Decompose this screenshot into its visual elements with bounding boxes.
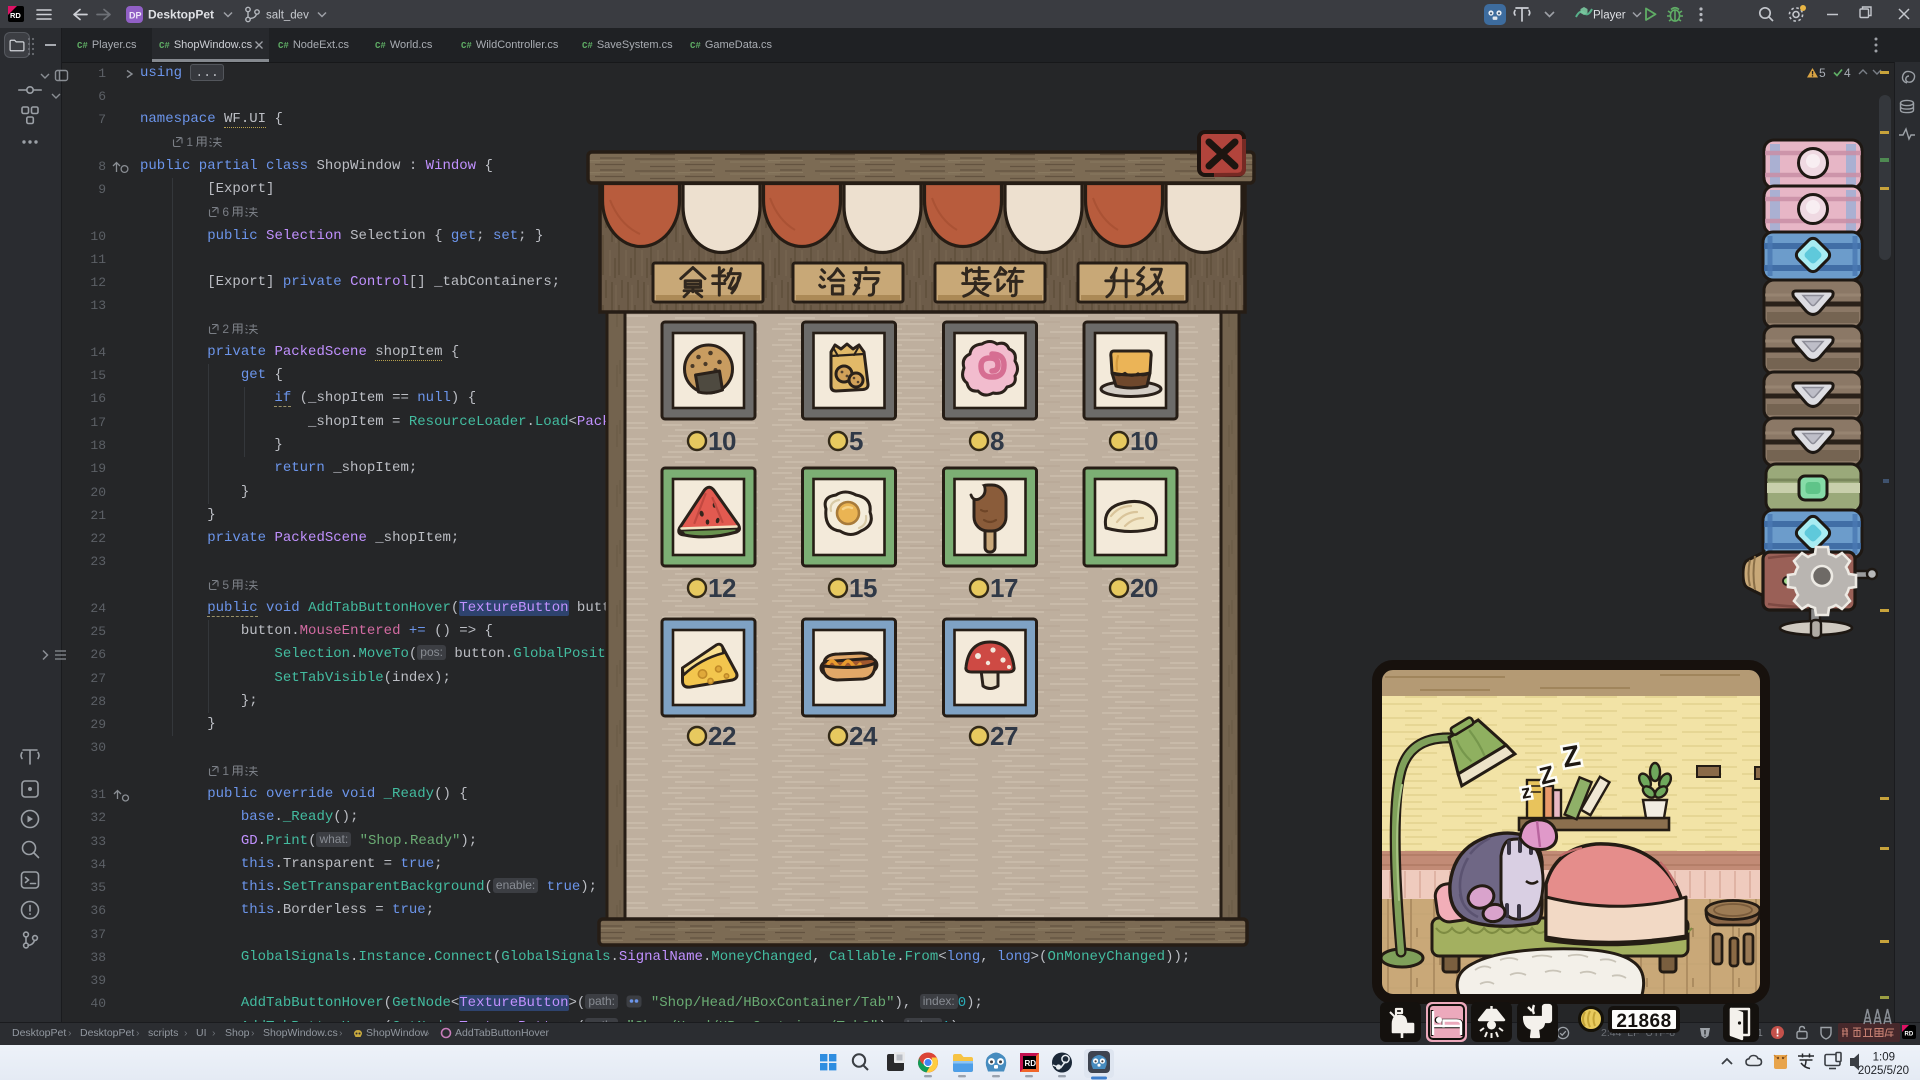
svg-text:24: 24 xyxy=(849,721,878,751)
svg-text:10: 10 xyxy=(708,426,736,456)
svg-text:15: 15 xyxy=(849,573,877,603)
svg-text:22: 22 xyxy=(708,721,736,751)
svg-text:8: 8 xyxy=(990,426,1004,456)
svg-text:1:09: 1:09 xyxy=(1873,1052,1895,1064)
svg-text:17: 17 xyxy=(990,573,1018,603)
svg-text:RD: RD xyxy=(1025,1059,1037,1068)
svg-text:DesktopPet: DesktopPet xyxy=(148,8,214,22)
svg-text:5: 5 xyxy=(849,426,863,456)
svg-text:Player: Player xyxy=(1593,10,1626,22)
svg-text:RD: RD xyxy=(10,11,21,20)
svg-text:12: 12 xyxy=(708,573,736,603)
svg-text:10: 10 xyxy=(1130,426,1158,456)
svg-text:27: 27 xyxy=(990,721,1018,751)
svg-text:20: 20 xyxy=(1130,573,1158,603)
svg-text:2025/5/20: 2025/5/20 xyxy=(1858,1065,1909,1077)
svg-text:salt_dev: salt_dev xyxy=(266,10,309,22)
svg-text:DP: DP xyxy=(129,11,142,21)
svg-text:21868: 21868 xyxy=(1616,1011,1671,1032)
